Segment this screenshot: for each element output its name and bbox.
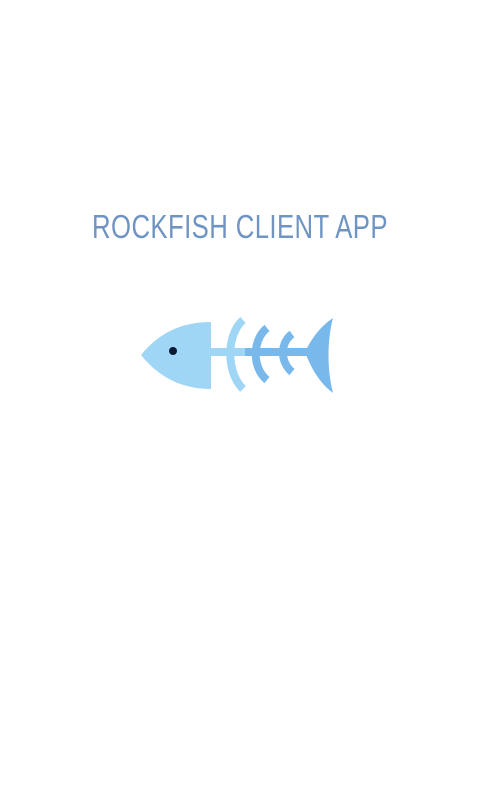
app-title: ROCKFISH CLIENT APP <box>92 208 388 245</box>
fish-tail <box>305 318 333 393</box>
fish-head <box>141 322 211 389</box>
fish-eye <box>169 347 177 355</box>
fish-skeleton-icon <box>141 317 333 393</box>
